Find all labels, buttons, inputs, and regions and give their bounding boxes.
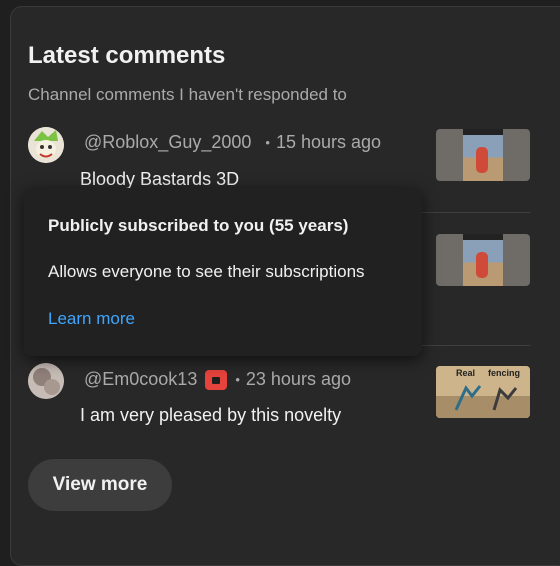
card-subtitle: Channel comments I haven't responded to (28, 85, 347, 104)
card-title: Latest comments (28, 42, 226, 69)
meta-separator: • (265, 135, 270, 150)
comment-author-handle[interactable]: @Roblox_Guy_2000 (84, 132, 251, 153)
meta-separator: • (235, 372, 240, 387)
subscription-tooltip: Publicly subscribed to you (55 years) Al… (24, 188, 422, 356)
avatar[interactable] (28, 127, 64, 163)
comment-text: Bloody Bastards 3D (80, 169, 240, 189)
view-more-button[interactable]: View more (28, 459, 172, 511)
avatar[interactable] (28, 363, 64, 399)
comment-timestamp[interactable]: 23 hours ago (246, 369, 351, 390)
video-thumbnail-icon[interactable] (436, 234, 530, 286)
tooltip-description: Allows everyone to see their subscriptio… (48, 262, 365, 281)
comment-meta-row: @Roblox_Guy_2000 • 15 hours ago (84, 132, 381, 153)
comment-timestamp[interactable]: 15 hours ago (276, 132, 381, 153)
thumbnail-text: Real (456, 368, 476, 378)
video-thumbnail-icon[interactable] (436, 129, 530, 181)
video-thumbnail-icon[interactable]: Real fencing (436, 366, 530, 418)
member-badge-icon[interactable] (205, 369, 228, 390)
comment-text: I am very pleased by this novelty (80, 405, 342, 425)
learn-more-link[interactable]: Learn more (48, 309, 135, 329)
thumbnail-text: fencing (488, 368, 521, 378)
comment-meta-row: @Em0cook13 • 23 hours ago (84, 369, 351, 390)
tooltip-title: Publicly subscribed to you (55 years) (48, 216, 349, 235)
comment-author-handle[interactable]: @Em0cook13 (84, 369, 197, 390)
